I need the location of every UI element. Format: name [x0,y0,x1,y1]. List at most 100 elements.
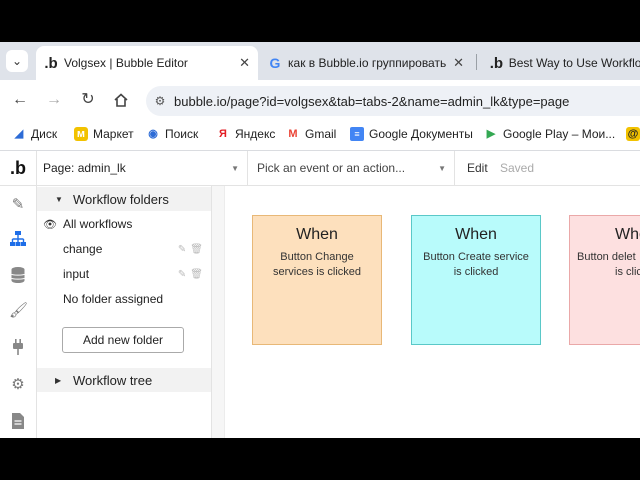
bubble-logo-icon: .b [44,54,58,72]
design-icon[interactable]: ✎ [9,196,27,214]
chevron-down-icon: ▼ [231,163,239,173]
tab-best-way-workflow[interactable]: .b Best Way to Use Workflow [482,46,640,80]
tab-strip: ⌄ .b Volgsex | Bubble Editor ✕ G как в B… [0,42,640,80]
bookmark-label: Поиск [165,127,199,141]
settings-icon[interactable]: ⚙ [9,376,27,394]
tab-google-search[interactable]: G как в Bubble.io группировать ✕ [260,46,472,80]
docs-icon: ≡ [350,127,364,141]
folder-actions: ✎🗑 [178,244,207,255]
editor-top-bar: .b Page: admin_lk ▼ Pick an event or an … [0,151,640,186]
editor-tab-rail: ✎ 🖌 ⚙ [0,186,37,438]
bookmark-search[interactable]: ◉ Поиск [146,127,198,141]
workflow-tree-title: Workflow tree [73,372,153,388]
close-icon[interactable]: ✕ [453,55,464,71]
workflow-when-label: When [296,226,338,243]
folder-label: change [63,242,103,256]
saved-status: Saved [500,161,535,175]
folder-actions: ✎🗑 [178,269,207,280]
bookmark-label: Маркет [93,127,134,141]
styles-icon[interactable]: 🖌 [9,302,28,320]
tab-title: Volgsex | Bubble Editor [64,56,188,70]
workflow-card-change-services[interactable]: When Button Change services is clicked [252,215,382,345]
page-selector[interactable]: Page: admin_lk ▼ [36,151,248,185]
bookmark-google-play[interactable]: ▶ Google Play – Мои... [484,127,615,141]
edit-menu[interactable]: Edit [467,161,488,175]
tab-search-menu-button[interactable]: ⌄ [6,50,28,72]
triangle-right-icon: ▶ [55,375,62,385]
plugins-icon[interactable] [9,338,27,356]
add-new-folder-button[interactable]: Add new folder [62,327,184,353]
folder-input[interactable]: input ✎🗑 [37,264,211,284]
folder-label: All workflows [63,217,133,231]
bookmark-yandex[interactable]: Я Яндекс [216,127,275,141]
chevron-down-icon: ▼ [438,163,446,173]
bookmark-label: Яндекс [235,127,276,141]
url-text: bubble.io/page?id=volgsex&tab=tabs-2&nam… [174,93,570,109]
canvas-edge [212,186,225,438]
workflow-tree-header[interactable]: ▶ Workflow tree [37,368,211,392]
workflow-card-delete[interactable]: When Button deletis clic [569,215,640,345]
trash-icon[interactable]: 🗑 [190,269,207,280]
bookmark-gmail[interactable]: M Gmail [286,127,336,141]
close-icon[interactable]: ✕ [239,55,250,71]
logs-icon[interactable] [9,412,27,430]
folder-no-folder-assigned[interactable]: No folder assigned [37,289,211,309]
workflow-folders-header[interactable]: ▼ Workflow folders [37,187,211,211]
yandex-icon: Я [219,128,227,140]
eye-icon[interactable]: 👁 [43,218,57,231]
play-icon: ▶ [486,128,496,140]
bookmark-disk[interactable]: ◢ Диск [12,127,57,141]
workflow-canvas[interactable]: When Button Change services is clicked Wh… [212,186,640,438]
folder-change[interactable]: change ✎🗑 [37,239,211,259]
workflow-icon[interactable] [9,230,27,248]
workflow-event-text: Button delet is clic [577,251,640,278]
navigation-bar: ← → ↻ ⚙ bubble.io/page?id=volgsex&tab=ta… [0,80,640,120]
site-settings-icon[interactable]: ⚙ [146,94,174,108]
bookmark-label: Gmail [305,127,337,141]
trash-icon[interactable]: 🗑 [190,244,207,255]
event-action-placeholder: Pick an event or an action... [257,161,406,175]
disk-icon: ◢ [14,128,24,140]
search-globe-icon: ◉ [148,128,158,140]
arrow-left-icon: ← [12,91,28,108]
reload-icon: ↻ [81,91,95,108]
bookmark-label: Диск [31,127,58,141]
tab-bubble-editor[interactable]: .b Volgsex | Bubble Editor ✕ [36,46,258,80]
pencil-icon[interactable]: ✎ [178,269,190,280]
workflow-folders-title: Workflow folders [73,191,169,207]
folder-all-workflows[interactable]: 👁 All workflows [37,214,211,234]
bubble-logo-icon: .b [489,54,504,72]
event-action-picker[interactable]: Pick an event or an action... ▼ [249,151,455,185]
data-icon[interactable] [9,266,27,284]
reload-button[interactable]: ↻ [78,90,98,110]
pencil-icon[interactable]: ✎ [178,244,190,255]
browser-window: ⌄ .b Volgsex | Bubble Editor ✕ G как в B… [0,42,640,438]
triangle-down-icon: ▼ [55,194,63,204]
workflow-when-label: When [455,226,497,243]
bookmark-more[interactable]: @ [626,127,640,141]
bookmark-market[interactable]: м Маркет [74,127,134,141]
workflow-when-label: When [615,226,640,243]
folder-label: input [63,267,90,281]
chevron-down-icon: ⌄ [11,54,23,68]
address-bar[interactable]: ⚙ bubble.io/page?id=volgsex&tab=tabs-2&n… [146,86,640,116]
google-icon: G [269,55,281,71]
forward-button[interactable]: → [44,90,64,110]
workflow-folders-panel: ▼ Workflow folders 👁 All workflows chang… [37,186,212,438]
arrow-right-icon: → [46,91,62,108]
bookmark-label: Google Play – Мои... [503,127,616,141]
bookmark-google-docs[interactable]: ≡ Google Документы [350,127,473,141]
home-button[interactable] [111,90,131,110]
bookmark-label: Google Документы [369,127,473,141]
back-button[interactable]: ← [10,90,30,110]
bookmarks-bar: ◢ Диск м Маркет ◉ Поиск Я Яндекс M Gmail ≡ Goo… [0,120,640,151]
workflow-card-create-service[interactable]: When Button Create service is clicked [411,215,541,345]
home-icon [114,93,128,107]
tab-title: Best Way to Use Workflow [508,56,640,70]
tab-divider [476,54,477,70]
bubble-logo-icon[interactable]: .b [0,151,37,185]
folder-label: No folder assigned [63,292,164,306]
workflow-event-text: Button Change services is clicked [272,251,362,278]
market-icon: м [74,127,88,141]
workflow-event-text: Button Create service is clicked [423,251,529,278]
